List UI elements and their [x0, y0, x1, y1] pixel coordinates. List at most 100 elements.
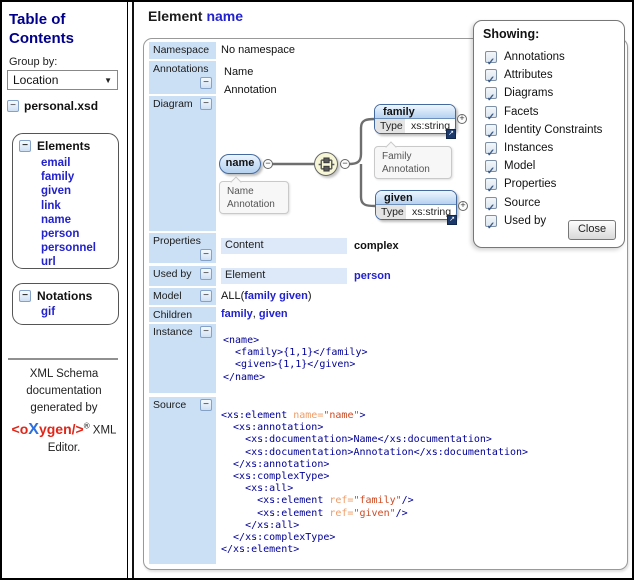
annotation-line: Annotation: [224, 84, 277, 96]
documentation-panel: Element name Namespace Annotations Diagra…: [132, 2, 632, 578]
option-identity-constraints: Identity Constraints: [485, 121, 620, 139]
collapse-toggle-icon[interactable]: [19, 140, 31, 152]
option-source: Source: [485, 194, 620, 212]
checkbox-checked-icon[interactable]: [485, 51, 497, 63]
option-label: Annotations: [504, 51, 565, 63]
diagram-node-name[interactable]: name: [219, 154, 261, 174]
element-box-title: family: [375, 105, 455, 119]
row-label-text: Instance: [153, 326, 193, 338]
option-attributes: Attributes: [485, 66, 620, 84]
collapse-toggle-icon[interactable]: [19, 290, 31, 302]
notations-box: Notations gif: [12, 283, 119, 325]
row-label-text: Children: [153, 309, 192, 321]
type-label: Type: [375, 119, 405, 133]
option-label: Source: [504, 197, 540, 209]
tooltip-line: Annotation: [382, 163, 444, 176]
sidebar-item-personnel[interactable]: personnel: [41, 241, 96, 255]
checkbox-checked-icon[interactable]: [485, 160, 497, 172]
diagram-node-family[interactable]: family Type xs:string: [374, 104, 456, 134]
row-label-text: Source: [153, 399, 186, 411]
annotation-line: Name: [224, 66, 253, 78]
sidebar-item-url[interactable]: url: [41, 255, 56, 269]
row-label-text: Annotations: [153, 63, 212, 75]
properties-row-label: Properties: [149, 233, 216, 263]
expand-circle-icon[interactable]: [458, 201, 468, 211]
diagram-node-given[interactable]: given Type xs:string: [375, 190, 457, 220]
group-by-select[interactable]: Location ▼: [7, 70, 118, 90]
option-diagrams: Diagrams: [485, 84, 620, 102]
option-properties: Properties: [485, 175, 620, 193]
property-value: complex: [354, 240, 399, 252]
logo-part: <o: [12, 421, 29, 437]
option-label: Identity Constraints: [504, 124, 602, 136]
checkbox-checked-icon[interactable]: [485, 142, 497, 154]
collapse-circle-icon[interactable]: [340, 159, 350, 169]
close-button[interactable]: Close: [568, 220, 616, 240]
sidebar-divider: [8, 358, 118, 360]
option-annotations: Annotations: [485, 48, 620, 66]
group-by-label: Group by:: [9, 56, 57, 68]
source-row-label: Source: [149, 397, 216, 564]
collapse-toggle-icon[interactable]: [7, 100, 19, 112]
option-facets: Facets: [485, 103, 620, 121]
option-label: Used by: [504, 215, 546, 227]
option-label: Facets: [504, 106, 539, 118]
elements-box: Elements email family given link name pe…: [12, 133, 119, 269]
all-compositor-icon[interactable]: [314, 152, 338, 176]
instance-code: <name> <family>{1,1}</family> <given>{1,…: [223, 335, 368, 384]
showing-options: Annotations Attributes Diagrams Facets I…: [485, 48, 620, 230]
type-label: Type: [376, 205, 406, 219]
collapse-toggle-icon[interactable]: [200, 268, 212, 280]
chevron-down-icon: ▼: [104, 76, 112, 85]
credit-line: documentation: [4, 383, 124, 400]
collapse-toggle-icon[interactable]: [200, 290, 212, 302]
option-label: Instances: [504, 142, 553, 154]
sidebar-item-email[interactable]: email: [41, 156, 70, 170]
annotations-row-label: Annotations: [149, 61, 216, 94]
checkbox-checked-icon[interactable]: [485, 215, 497, 227]
model-value: ALL(family given): [221, 290, 312, 302]
credit-line: generated by: [4, 400, 124, 417]
used-by-row-label: Used by: [149, 266, 216, 286]
collapse-toggle-icon[interactable]: [200, 399, 212, 411]
sidebar-item-family[interactable]: family: [41, 170, 74, 184]
checkbox-checked-icon[interactable]: [485, 87, 497, 99]
tooltip-line: Name: [227, 185, 281, 198]
checkbox-checked-icon[interactable]: [485, 106, 497, 118]
sidebar-item-gif[interactable]: gif: [41, 305, 55, 319]
app-window: Table of Contents Group by: Location ▼ p…: [0, 0, 634, 580]
checkbox-checked-icon[interactable]: [485, 124, 497, 136]
source-code: <xs:element name="name"> <xs:annotation>…: [221, 410, 528, 556]
sidebar-item-link[interactable]: link: [41, 199, 61, 213]
toc-title: Table of Contents: [9, 10, 114, 48]
checkbox-checked-icon[interactable]: [485, 178, 497, 190]
logo-part: ygen/>: [39, 421, 84, 437]
children-value: family, given: [221, 308, 288, 320]
used-by-link[interactable]: person: [354, 270, 391, 282]
row-label-text: Used by: [153, 268, 192, 280]
option-model: Model: [485, 157, 620, 175]
sidebar-item-given[interactable]: given: [41, 184, 71, 198]
showing-panel: Showing: Annotations Attributes Diagrams…: [473, 20, 625, 248]
open-diagram-icon[interactable]: [446, 129, 456, 139]
collapse-toggle-icon[interactable]: [200, 249, 212, 261]
credit-line: XML Schema: [4, 366, 124, 383]
expand-circle-icon[interactable]: [457, 114, 467, 124]
used-by-key: Element: [221, 268, 347, 284]
collapse-toggle-icon[interactable]: [200, 326, 212, 338]
sidebar-item-person[interactable]: person: [41, 227, 79, 241]
collapse-toggle-icon[interactable]: [200, 77, 212, 89]
checkbox-checked-icon[interactable]: [485, 197, 497, 209]
collapse-circle-icon[interactable]: [263, 159, 273, 169]
open-diagram-icon[interactable]: [447, 215, 457, 225]
table-of-contents-panel: Table of Contents Group by: Location ▼ p…: [2, 2, 128, 578]
row-label-text: Namespace: [153, 44, 209, 56]
element-box-title: given: [376, 191, 456, 205]
option-label: Attributes: [504, 69, 553, 81]
namespace-row-label: Namespace: [149, 42, 216, 59]
logo-part: X: [28, 421, 39, 438]
checkbox-checked-icon[interactable]: [485, 69, 497, 81]
option-label: Diagrams: [504, 87, 553, 99]
sidebar-item-name[interactable]: name: [41, 213, 71, 227]
type-value: xs:string: [405, 120, 450, 132]
